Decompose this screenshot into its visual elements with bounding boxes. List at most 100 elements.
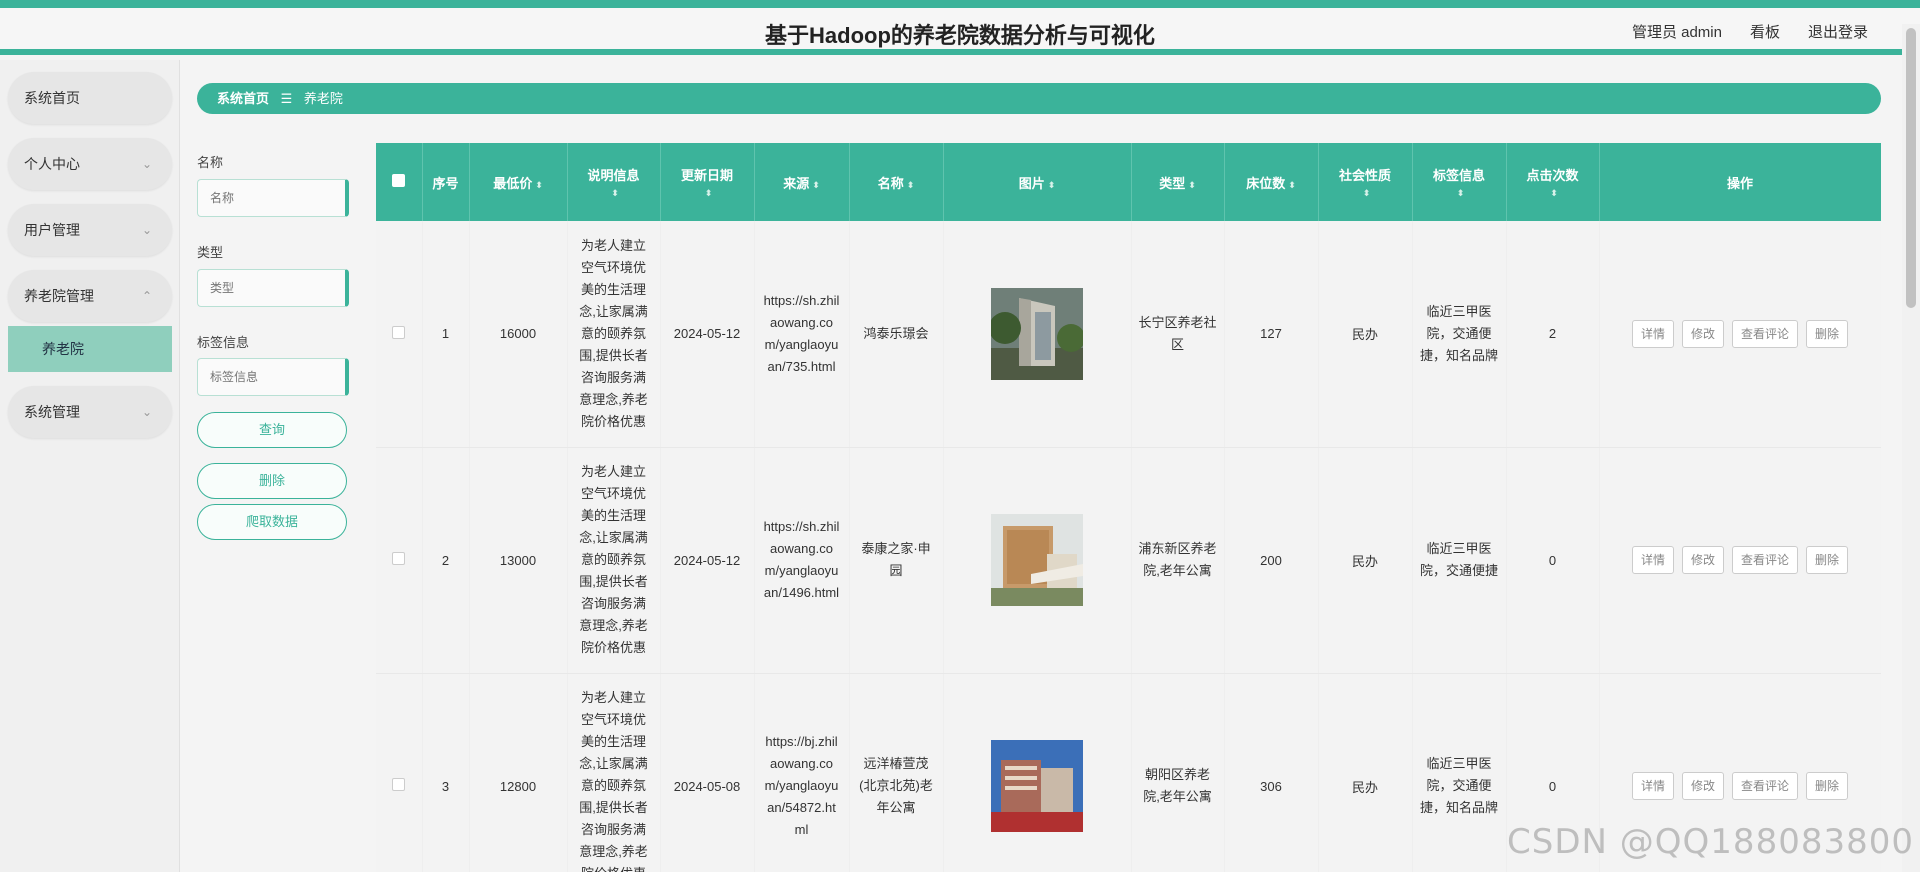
cell-type: 朝阳区养老院,老年公寓 — [1143, 767, 1212, 804]
sidebar-item-label: 系统管理 — [24, 404, 80, 420]
sort-icon: ⬍ — [1188, 179, 1196, 190]
delete-button[interactable]: 删除 — [197, 463, 347, 499]
view-comments-button[interactable]: 查看评论 — [1732, 319, 1799, 348]
crawl-data-button[interactable]: 爬取数据 — [197, 504, 347, 540]
cell-nature: 民办 — [1318, 447, 1413, 674]
sidebar-item-label: 个人中心 — [24, 156, 80, 172]
cell-index: 2 — [422, 447, 470, 674]
view-comments-button[interactable]: 查看评论 — [1732, 772, 1799, 800]
cell-beds: 200 — [1224, 447, 1319, 674]
cell-price: 16000 — [469, 221, 568, 448]
cell-price: 12800 — [469, 673, 568, 872]
column-header[interactable]: 类型 ⬍ — [1131, 143, 1225, 221]
edit-button[interactable]: 修改 — [1681, 546, 1724, 574]
tag-filter-input[interactable] — [197, 358, 349, 396]
logout-link[interactable]: 退出登录 — [1808, 21, 1868, 42]
cell-description: 为老人建立空气环境优美的生活理念,让家属满意的颐养氛围,提供长者咨询服务满意理念… — [579, 464, 648, 655]
table-row: 1 16000 为老人建立空气环境优美的生活理念,让家属满意的颐养氛围,提供长者… — [376, 221, 1881, 448]
nursing-home-photo — [991, 514, 1083, 606]
cell-tags: 临近三甲医院，交通便捷，知名品牌 — [1419, 756, 1498, 815]
sidebar-item-user-management[interactable]: 用户管理 ⌄ — [8, 204, 172, 256]
column-header[interactable]: 最低价 ⬍ — [469, 143, 568, 221]
nursing-home-table: 序号 最低价 ⬍ 说明信息 ⬍ 更新日期 ⬍ 来源 ⬍ 名称 ⬍ 图片 ⬍ 类型 ⬍ 床位数 ⬍… — [376, 143, 1881, 872]
column-header[interactable]: 点击次数 ⬍ — [1506, 143, 1600, 221]
cell-description: 为老人建立空气环境优美的生活理念,让家属满意的颐养氛围,提供长者咨询服务满意理念… — [579, 690, 648, 872]
chevron-down-icon: ⌄ — [141, 223, 152, 237]
sort-icon: ⬍ — [611, 188, 619, 198]
column-header[interactable]: 社会性质 ⬍ — [1318, 143, 1413, 221]
row-actions: 详情 修改 查看评论 删除 — [1600, 546, 1881, 574]
header-links: 管理员 admin 看板 退出登录 — [1632, 21, 1868, 42]
view-comments-button[interactable]: 查看评论 — [1732, 546, 1799, 574]
row-checkbox[interactable] — [376, 673, 423, 872]
breadcrumb-home[interactable]: 系统首页 — [217, 91, 269, 106]
nursing-home-photo — [991, 740, 1083, 832]
column-header: 序号 — [422, 143, 470, 221]
chevron-up-icon: ⌃ — [141, 289, 152, 303]
cell-name: 远洋椿萱茂(北京北苑)老年公寓 — [859, 756, 933, 815]
name-filter-input[interactable] — [197, 179, 349, 217]
sort-icon: ⬍ — [906, 179, 915, 190]
cell-name: 鸿泰乐璟会 — [863, 325, 929, 341]
name-filter-label: 名称 — [197, 155, 224, 170]
detail-button[interactable]: 详情 — [1631, 319, 1674, 348]
query-button[interactable]: 查询 — [197, 412, 347, 448]
column-header[interactable]: 说明信息 ⬍ — [567, 143, 661, 221]
cell-type: 浦东新区养老院,老年公寓 — [1138, 541, 1217, 578]
sidebar-item-personal-center[interactable]: 个人中心 ⌄ — [8, 138, 172, 190]
admin-user-label: 管理员 admin — [1631, 24, 1722, 41]
column-header[interactable]: 图片 ⬍ — [943, 143, 1132, 221]
column-header[interactable]: 来源 ⬍ — [754, 143, 850, 221]
sidebar-item-system-management[interactable]: 系统管理 ⌄ — [8, 386, 172, 438]
edit-button[interactable]: 修改 — [1681, 319, 1724, 348]
table-header-row: 序号 最低价 ⬍ 说明信息 ⬍ 更新日期 ⬍ 来源 ⬍ 名称 ⬍ 图片 ⬍ 类型 ⬍ 床位数 ⬍… — [376, 143, 1881, 221]
cell-index: 1 — [422, 221, 470, 448]
select-all-checkbox[interactable] — [376, 143, 423, 221]
column-header: 操作 — [1599, 143, 1881, 221]
sidebar-item-home[interactable]: 系统首页 — [8, 72, 172, 124]
cell-name: 泰康之家·申园 — [861, 541, 931, 578]
chevron-down-icon: ⌄ — [141, 405, 152, 419]
board-link[interactable]: 看板 — [1750, 21, 1780, 42]
edit-button[interactable]: 修改 — [1681, 772, 1724, 800]
chevron-down-icon: ⌄ — [141, 157, 152, 171]
type-filter-input[interactable] — [197, 269, 349, 307]
cell-clicks: 0 — [1506, 447, 1600, 674]
column-header[interactable]: 标签信息 ⬍ — [1412, 143, 1507, 221]
cell-price: 13000 — [469, 447, 568, 674]
type-filter-label: 类型 — [197, 245, 224, 260]
cell-source: https://sh.zhilaowang.com/yanglaoyuan/14… — [763, 519, 840, 600]
sidebar-item-nursing-home-management[interactable]: 养老院管理 ⌃ — [8, 270, 172, 322]
row-checkbox[interactable] — [376, 447, 423, 674]
sort-icon: ⬍ — [535, 179, 543, 190]
sidebar-item-label: 系统首页 — [24, 90, 80, 106]
cell-beds: 127 — [1224, 221, 1319, 448]
sidebar-subitem-nursing-home[interactable]: 养老院 — [8, 326, 172, 372]
sort-icon: ⬍ — [812, 179, 820, 190]
sidebar-item-label: 用户管理 — [24, 222, 80, 238]
row-actions: 详情 修改 查看评论 删除 — [1600, 772, 1881, 800]
tag-filter-label: 标签信息 — [197, 335, 250, 350]
delete-row-button[interactable]: 删除 — [1806, 319, 1849, 348]
delete-row-button[interactable]: 删除 — [1806, 546, 1849, 574]
row-checkbox[interactable] — [376, 221, 423, 448]
sort-icon: ⬍ — [1362, 188, 1371, 198]
cell-source: https://sh.zhilaowang.com/yanglaoyuan/73… — [763, 292, 840, 374]
column-header[interactable]: 床位数 ⬍ — [1224, 143, 1319, 221]
cell-tags: 临近三甲医院，交通便捷，知名品牌 — [1419, 303, 1498, 363]
sort-icon: ⬍ — [704, 188, 713, 198]
page-scrollbar[interactable] — [1902, 24, 1920, 872]
sort-icon: ⬍ — [1550, 188, 1558, 198]
watermark: CSDN @QQ188083800 — [1507, 822, 1914, 862]
sidebar: 系统首页 个人中心 ⌄ 用户管理 ⌄ 养老院管理 ⌃ 养老院 系统管理 ⌄ — [0, 60, 180, 872]
sort-icon: ⬍ — [1047, 179, 1056, 190]
cell-source: https://bj.zhilaowang.com/yanglaoyuan/54… — [764, 734, 839, 837]
delete-row-button[interactable]: 删除 — [1806, 772, 1849, 800]
scrollbar-thumb[interactable] — [1906, 28, 1916, 308]
column-header[interactable]: 更新日期 ⬍ — [660, 143, 755, 221]
cell-nature: 民办 — [1318, 673, 1413, 872]
detail-button[interactable]: 详情 — [1631, 546, 1674, 574]
column-header[interactable]: 名称 ⬍ — [849, 143, 944, 221]
detail-button[interactable]: 详情 — [1631, 772, 1674, 800]
nursing-home-photo — [991, 287, 1083, 380]
